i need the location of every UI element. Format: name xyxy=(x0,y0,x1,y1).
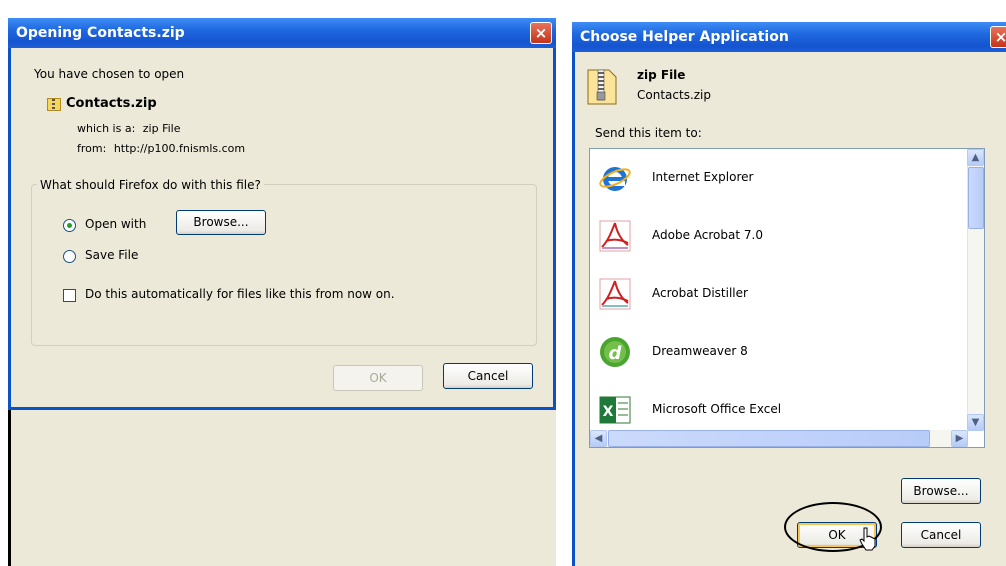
scroll-down-button[interactable]: ▼ xyxy=(967,414,984,431)
browse-button[interactable]: Browse... xyxy=(901,478,981,504)
file-type-value: zip File xyxy=(142,122,181,135)
source-url: http://p100.fnismls.com xyxy=(113,142,246,155)
auto-checkbox-label[interactable]: Do this automatically for files like thi… xyxy=(85,287,395,301)
which-is-label: which is a: xyxy=(77,122,136,135)
dialog-title: Opening Contacts.zip xyxy=(16,25,185,41)
background-window xyxy=(8,410,556,566)
vertical-scrollbar[interactable]: ▲ ▼ xyxy=(967,149,984,431)
acrobat-distiller-icon xyxy=(599,278,631,310)
choose-helper-dialog: Choose Helper Application × zip File Con… xyxy=(572,22,1006,566)
app-label: Microsoft Office Excel xyxy=(652,402,782,416)
file-action-group xyxy=(31,184,537,346)
zip-file-icon xyxy=(587,69,617,105)
scroll-right-button[interactable]: ▶ xyxy=(951,430,968,447)
open-with-label[interactable]: Open with xyxy=(85,217,146,231)
dialog-title: Choose Helper Application xyxy=(580,29,789,45)
dreamweaver-icon: d xyxy=(600,337,630,367)
scroll-left-icon: ◀ xyxy=(594,433,603,444)
close-button[interactable]: × xyxy=(990,26,1006,48)
ok-button[interactable]: OK xyxy=(333,365,423,391)
separator-gap xyxy=(556,0,572,566)
app-label: Adobe Acrobat 7.0 xyxy=(652,228,763,242)
cancel-button[interactable]: Cancel xyxy=(901,522,981,548)
horizontal-scroll-thumb[interactable] xyxy=(608,430,930,447)
scroll-right-icon: ▶ xyxy=(955,433,964,444)
file-name: Contacts.zip xyxy=(66,96,157,111)
browse-button[interactable]: Browse... xyxy=(176,210,266,235)
screenshot-frame: Opening Contacts.zip × You have chosen t… xyxy=(0,0,1006,566)
horizontal-scrollbar[interactable]: ◀ ▶ xyxy=(590,430,968,447)
open-with-radio[interactable] xyxy=(63,219,76,232)
app-label: Dreamweaver 8 xyxy=(652,344,748,358)
svg-text:X: X xyxy=(603,404,614,420)
close-button[interactable]: × xyxy=(530,22,552,44)
send-to-label: Send this item to: xyxy=(595,126,702,140)
application-list[interactable]: Internet Explorer Adobe Acrobat 7.0 Acro… xyxy=(589,148,985,448)
adobe-acrobat-icon xyxy=(599,220,631,252)
opening-file-dialog: Opening Contacts.zip × You have chosen t… xyxy=(8,18,556,410)
hand-cursor-icon xyxy=(859,527,876,551)
vertical-scroll-thumb[interactable] xyxy=(968,167,984,229)
title-bar: Opening Contacts.zip × xyxy=(8,18,556,48)
title-bar: Choose Helper Application × xyxy=(572,22,1006,52)
list-item[interactable]: d Dreamweaver 8 xyxy=(590,323,968,381)
file-name: Contacts.zip xyxy=(637,88,712,102)
internet-explorer-icon xyxy=(599,167,631,191)
scroll-down-icon: ▼ xyxy=(971,417,980,428)
app-label: Internet Explorer xyxy=(652,170,754,184)
app-label: Acrobat Distiller xyxy=(652,286,748,300)
list-item[interactable]: Internet Explorer xyxy=(590,149,968,207)
excel-icon: X xyxy=(599,396,631,424)
save-file-radio[interactable] xyxy=(63,250,76,263)
zip-file-icon xyxy=(47,98,61,111)
svg-text:d: d xyxy=(609,343,623,364)
scroll-up-button[interactable]: ▲ xyxy=(967,149,984,166)
scroll-up-icon: ▲ xyxy=(971,152,980,163)
scroll-left-button[interactable]: ◀ xyxy=(590,430,607,447)
group-label: What should Firefox do with this file? xyxy=(37,178,264,192)
save-file-label[interactable]: Save File xyxy=(85,248,138,262)
list-item[interactable]: Adobe Acrobat 7.0 xyxy=(590,207,968,265)
from-label: from: xyxy=(77,142,107,155)
intro-text: You have chosen to open xyxy=(34,67,185,81)
list-item[interactable]: Acrobat Distiller xyxy=(590,265,968,323)
cancel-button[interactable]: Cancel xyxy=(443,363,533,389)
file-type: zip File xyxy=(637,68,686,82)
close-icon: × xyxy=(994,28,1006,46)
auto-checkbox[interactable] xyxy=(63,289,76,302)
close-icon: × xyxy=(534,24,548,42)
